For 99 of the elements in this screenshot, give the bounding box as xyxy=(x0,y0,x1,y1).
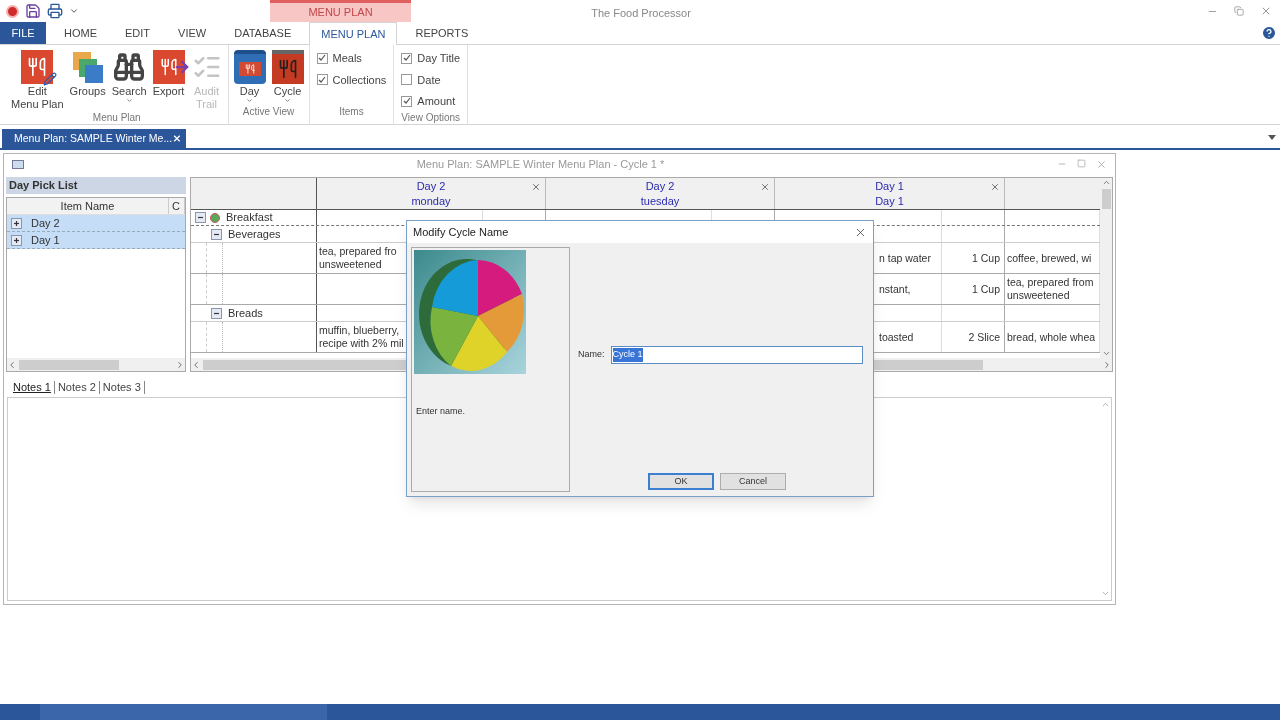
table-cell: tea, prepared from unsweetened xyxy=(1007,276,1094,302)
table-cell: 1 Cup xyxy=(971,283,1000,296)
day-column-header[interactable]: Day 1 Day 1 xyxy=(775,178,1005,209)
window-icon xyxy=(12,159,24,169)
notes-tab[interactable]: Notes 3 xyxy=(99,380,145,394)
list-row[interactable]: Day 2 xyxy=(7,215,185,232)
table-cell: toasted xyxy=(879,331,914,344)
group-label: Breads xyxy=(228,305,263,321)
table-cell: 2 Slice xyxy=(968,331,1000,344)
print-icon[interactable] xyxy=(47,3,63,19)
table-cell: coffee, brewed, wi xyxy=(1007,252,1092,265)
dialog-button[interactable]: Cancel xyxy=(720,473,786,490)
close-icon[interactable] xyxy=(531,182,541,192)
expand-icon[interactable] xyxy=(11,217,22,229)
ribbon-tab[interactable]: HOME xyxy=(54,22,107,44)
group-label: Items xyxy=(339,106,364,117)
ribbon-tab[interactable]: DATABASE xyxy=(224,22,302,44)
meal-icon xyxy=(210,212,220,223)
table-cell: tea, prepared fro unsweetened xyxy=(319,245,397,271)
child-window-title: Menu Plan: SAMPLE Winter Menu Plan - Cycle 1 * xyxy=(416,157,665,170)
collapse-icon[interactable] xyxy=(211,307,222,319)
collapse-icon[interactable] xyxy=(195,212,206,223)
meal-label: Breakfast xyxy=(226,210,273,226)
panel-header: Day Pick List xyxy=(6,177,186,194)
ribbon-button[interactable]: Search xyxy=(109,50,149,110)
ribbon-button[interactable]: Groups xyxy=(67,50,108,110)
ribbon-button[interactable]: Day xyxy=(231,50,268,104)
collapse-icon[interactable] xyxy=(211,228,222,240)
restore-icon[interactable] xyxy=(1234,6,1244,16)
ribbon-tab[interactable]: EDIT xyxy=(115,22,161,44)
file-tab[interactable]: FILE xyxy=(0,22,46,44)
ribbon-tab[interactable]: VIEW xyxy=(168,22,217,44)
scroll-down-icon[interactable] xyxy=(1100,589,1110,598)
notes-tab[interactable]: Notes 1 xyxy=(10,380,55,394)
scroll-thumb[interactable] xyxy=(19,359,119,370)
help-icon[interactable] xyxy=(1261,25,1277,41)
binoculars-icon xyxy=(113,50,146,84)
name-field[interactable]: Cycle 1 xyxy=(610,346,863,364)
group-label: Beverages xyxy=(228,226,281,242)
checkbox-label: Collections xyxy=(332,72,387,88)
checkbox-label: Meals xyxy=(332,51,362,66)
table-cell: bread, whole whea xyxy=(1007,331,1096,344)
scroll-right-icon[interactable] xyxy=(1102,359,1112,370)
notes-tab[interactable]: Notes 2 xyxy=(54,380,100,394)
scroll-left-icon[interactable] xyxy=(7,359,17,370)
checkbox-label: Amount xyxy=(417,94,456,109)
checkbox[interactable] xyxy=(316,52,328,64)
list-row[interactable]: Day 1 xyxy=(7,232,185,249)
window-title: The Food Processor xyxy=(591,7,691,19)
dialog-title: Modify Cycle Name xyxy=(413,224,509,240)
ribbon-tab[interactable]: REPORTS xyxy=(405,22,479,44)
groups-icon xyxy=(71,50,104,84)
checkbox[interactable] xyxy=(316,74,328,86)
group-label: Active View xyxy=(242,106,295,117)
close-icon[interactable] xyxy=(760,182,770,192)
group-label: View Options xyxy=(401,111,461,123)
edit-utensils-icon xyxy=(21,50,54,84)
column-header[interactable]: Item Name xyxy=(7,198,169,214)
checkbox-label: Date xyxy=(417,72,441,88)
ribbon-button[interactable]: Cycle xyxy=(269,50,306,104)
ribbon-button[interactable]: Export xyxy=(150,50,187,110)
scroll-left-icon[interactable] xyxy=(191,359,201,370)
scroll-up-icon[interactable] xyxy=(1101,178,1111,187)
group-label: Menu Plan xyxy=(92,112,141,123)
grid-calendar-icon xyxy=(271,50,304,84)
scroll-thumb[interactable] xyxy=(1101,189,1111,209)
customize-caret-icon[interactable] xyxy=(69,6,79,16)
dialog-button[interactable]: OK xyxy=(648,473,714,490)
ribbon-tab[interactable]: MENU PLAN xyxy=(309,22,398,45)
table-cell: nstant, xyxy=(879,283,911,296)
scroll-up-icon[interactable] xyxy=(1100,400,1110,409)
name-label: Name: xyxy=(578,348,605,362)
contextual-tab-header: MENU PLAN xyxy=(270,0,411,22)
checkbox[interactable] xyxy=(401,95,413,107)
checkbox[interactable] xyxy=(401,52,413,64)
tab-list-caret-icon[interactable] xyxy=(1268,135,1276,140)
close-icon[interactable] xyxy=(1260,5,1272,17)
vertical-scrollbar[interactable] xyxy=(1100,178,1112,358)
ribbon-button[interactable]: Edit Menu Plan xyxy=(9,50,66,110)
calendar-icon xyxy=(233,50,266,84)
app-logo-icon xyxy=(6,4,19,18)
scroll-down-icon[interactable] xyxy=(1101,349,1111,358)
day-column-header[interactable]: Day 2 tuesday xyxy=(546,178,775,209)
column-header[interactable]: C xyxy=(169,198,185,214)
hint-text: Enter name. xyxy=(416,405,467,418)
table-cell: muffin, blueberry, recipe with 2% mil xyxy=(319,324,404,350)
document-tab[interactable]: Menu Plan: SAMPLE Winter Me... xyxy=(2,129,186,148)
table-cell: n tap water xyxy=(879,252,931,265)
checkbox[interactable] xyxy=(401,74,413,86)
maximize-icon[interactable] xyxy=(1077,158,1086,168)
scroll-right-icon[interactable] xyxy=(175,359,185,370)
checkbox-label: Day Title xyxy=(417,51,461,66)
table-cell: 1 Cup xyxy=(971,252,1000,265)
save-icon[interactable] xyxy=(25,3,41,19)
close-icon[interactable] xyxy=(990,182,1000,192)
close-icon[interactable] xyxy=(172,133,182,144)
horizontal-scrollbar[interactable] xyxy=(7,358,185,371)
expand-icon[interactable] xyxy=(11,234,22,246)
day-column-header[interactable]: Day 2 monday xyxy=(317,178,546,209)
